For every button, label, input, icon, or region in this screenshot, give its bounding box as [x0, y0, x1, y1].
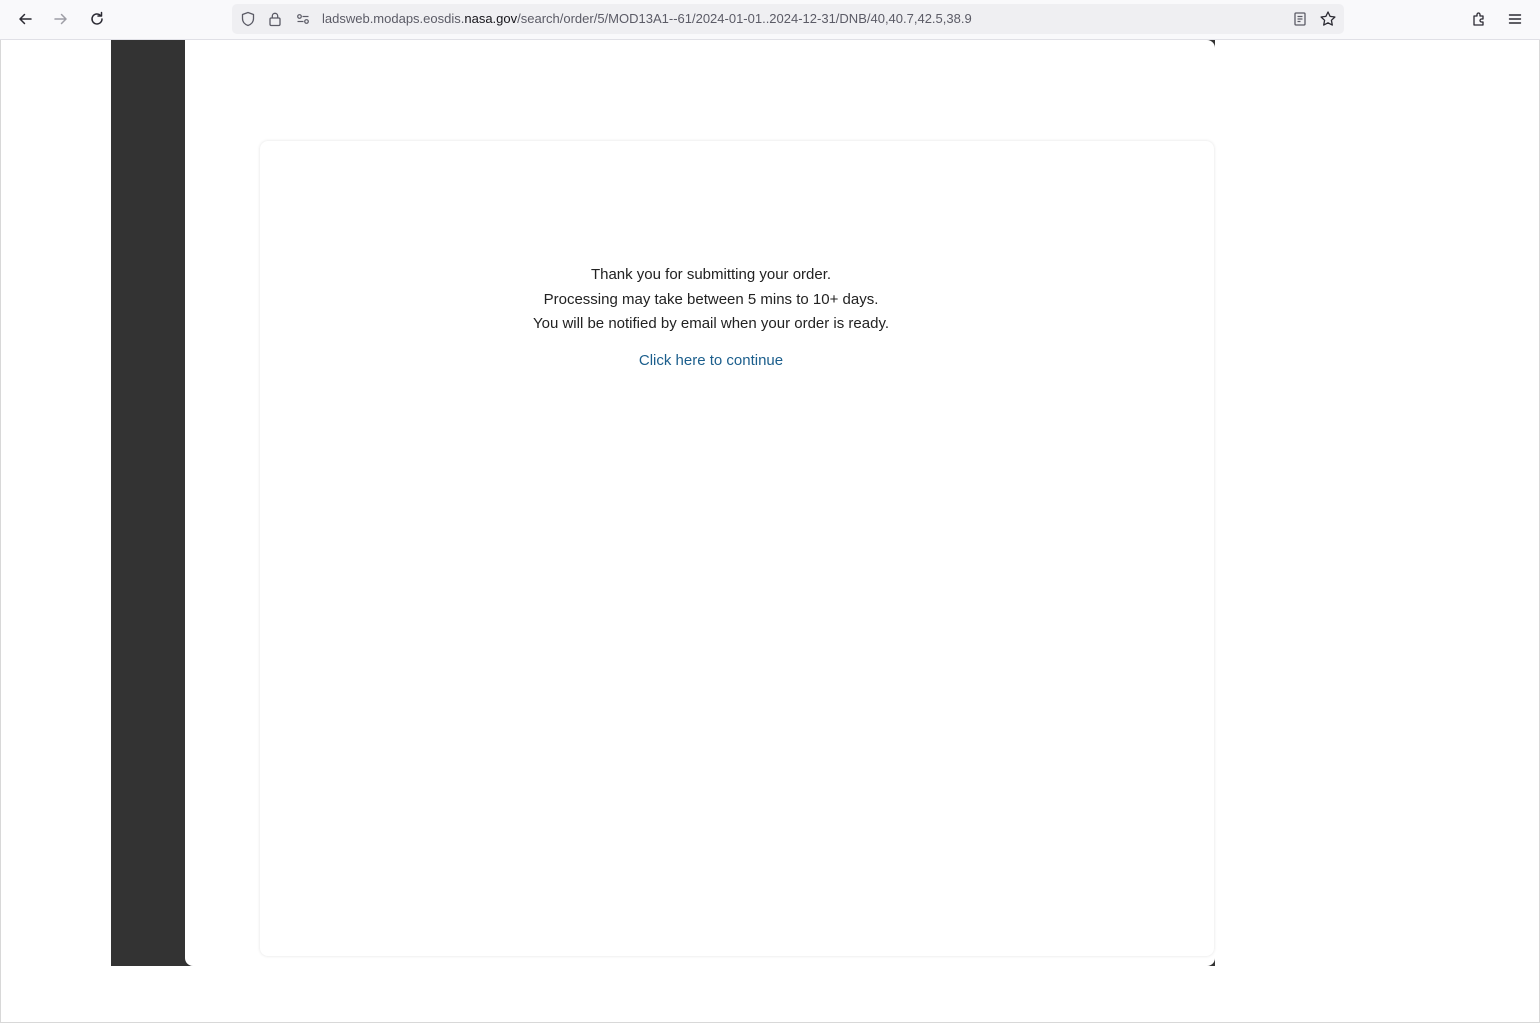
- lock-icon[interactable]: [266, 10, 284, 28]
- shield-icon[interactable]: [239, 10, 257, 28]
- page-viewport: Thank you for submitting your order. Pro…: [0, 40, 1540, 1023]
- order-confirmation-message: Thank you for submitting your order. Pro…: [260, 263, 1162, 337]
- url-suffix: /search/order/5/MOD13A1--61/2024-01-01..…: [517, 11, 972, 26]
- puzzle-icon: [1473, 12, 1484, 26]
- permissions-icon[interactable]: [294, 10, 312, 28]
- browser-toolbar: ladsweb.modaps.eosdis.nasa.gov/search/or…: [0, 0, 1540, 40]
- url-text[interactable]: ladsweb.modaps.eosdis.nasa.gov/search/or…: [322, 11, 972, 27]
- menu-button[interactable]: [1501, 5, 1529, 33]
- reload-button[interactable]: [83, 5, 111, 33]
- bookmark-star-icon[interactable]: [1319, 10, 1337, 28]
- continue-link[interactable]: Click here to continue: [260, 351, 1162, 371]
- forward-button[interactable]: [47, 5, 75, 33]
- arrow-right-icon: [54, 13, 67, 25]
- reader-view-icon[interactable]: [1291, 10, 1309, 28]
- extensions-button[interactable]: [1465, 5, 1493, 33]
- url-domain: nasa.gov: [464, 11, 518, 26]
- confirmation-line-notify: You will be notified by email when your …: [532, 315, 890, 332]
- arrow-left-icon: [19, 13, 32, 25]
- order-confirmation-panel: Thank you for submitting your order. Pro…: [260, 141, 1214, 956]
- hamburger-menu-icon: [1508, 14, 1522, 24]
- confirmation-line-processing: Processing may take between 5 mins to 10…: [543, 290, 879, 308]
- url-bar[interactable]: ladsweb.modaps.eosdis.nasa.gov/search/or…: [232, 4, 1344, 34]
- back-button[interactable]: [11, 5, 39, 33]
- confirmation-line-thanks: Thank you for submitting your order.: [590, 266, 832, 283]
- url-prefix: ladsweb.modaps.eosdis.: [322, 11, 465, 26]
- reload-icon: [91, 11, 103, 25]
